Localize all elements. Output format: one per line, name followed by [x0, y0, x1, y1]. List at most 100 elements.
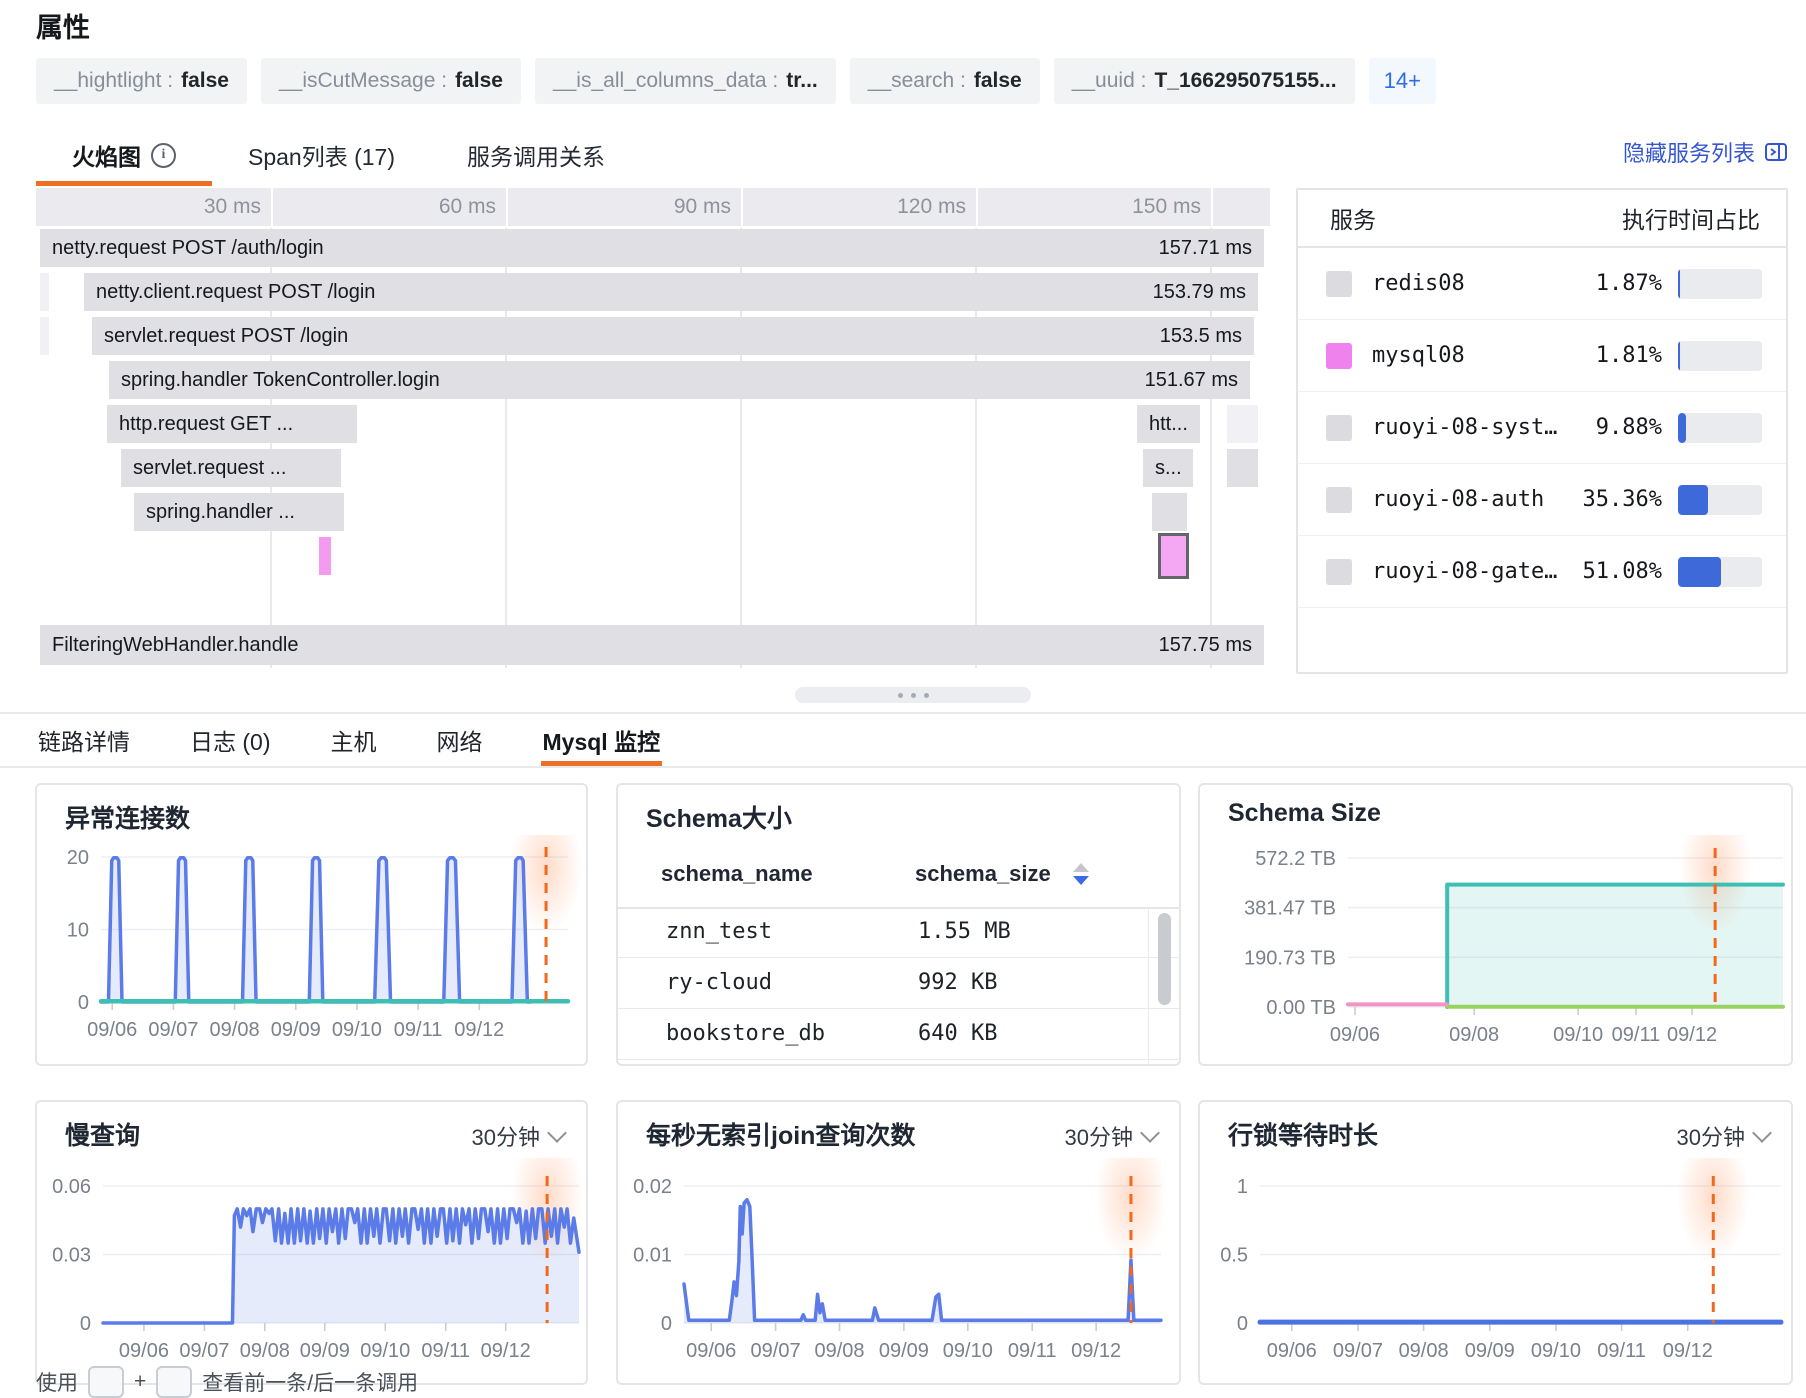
hint-prefix: 使用 — [36, 1367, 78, 1397]
flame-span[interactable]: spring.handler TokenController.login151.… — [109, 361, 1250, 399]
flame-span[interactable]: netty.request POST /auth/login157.71 ms — [40, 229, 1264, 267]
time-range-select[interactable]: 30分钟 — [472, 1120, 564, 1152]
detail-tab-4[interactable]: 网络 — [435, 714, 485, 766]
schema-size-column-header[interactable]: schema_size — [915, 841, 1051, 907]
service-rows: redis081.87%mysql081.81%ruoyi-08-syst…9.… — [1298, 248, 1786, 608]
tag-value: tr... — [786, 69, 818, 93]
svg-text:09/12: 09/12 — [1663, 1340, 1713, 1362]
join-no-index-chart: 00.010.0209/0609/0709/0809/0909/1009/110… — [618, 1158, 1179, 1383]
svg-text:09/07: 09/07 — [1333, 1340, 1383, 1362]
svg-text:09/11: 09/11 — [421, 1340, 470, 1362]
flame-span[interactable]: s... — [1143, 449, 1193, 487]
hide-service-list-link[interactable]: 隐藏服务列表 — [1623, 136, 1788, 168]
service-color-swatch — [1326, 487, 1352, 513]
info-icon: i — [151, 143, 176, 168]
collapse-panel-icon — [1764, 140, 1788, 164]
flame-span[interactable]: htt... — [1137, 405, 1200, 443]
svg-text:09/10: 09/10 — [360, 1340, 410, 1362]
svg-text:381.47 TB: 381.47 TB — [1244, 898, 1336, 920]
scrollbar-track — [1148, 907, 1149, 1064]
svg-text:09/10: 09/10 — [943, 1340, 993, 1362]
detail-tab-3[interactable]: 主机 — [329, 714, 379, 766]
flame-span[interactable] — [1152, 493, 1187, 531]
detail-tab-5[interactable]: Mysql 监控 — [541, 714, 663, 766]
trace-tab-2[interactable]: Span列表 (17) — [212, 124, 431, 186]
chart-title: Schema Size — [1228, 799, 1381, 828]
flame-graph: 30 ms60 ms90 ms120 ms150 msnetty.request… — [36, 188, 1268, 672]
schema-table-row[interactable]: znn_test1.55 MB — [618, 907, 1179, 958]
flame-span[interactable] — [1227, 449, 1258, 487]
svg-text:09/12: 09/12 — [481, 1340, 531, 1362]
chart-title: 异常连接数 — [65, 799, 190, 835]
flame-span[interactable]: http.request GET ... — [107, 405, 357, 443]
service-list-panel: 服务 执行时间占比 redis081.87%mysql081.81%ruoyi-… — [1296, 188, 1788, 674]
flame-span[interactable]: netty.client.request POST /login153.79 m… — [84, 273, 1258, 311]
exec-percent-bar-track — [1678, 413, 1762, 443]
flame-span[interactable]: servlet.request ... — [121, 449, 341, 487]
more-tags-badge[interactable]: 14+ — [1369, 58, 1436, 104]
service-row[interactable]: ruoyi-08-gate…51.08% — [1298, 536, 1786, 608]
svg-text:10: 10 — [67, 920, 89, 942]
service-exec-percent: 51.08% — [1566, 559, 1662, 584]
flame-footer-span[interactable]: FilteringWebHandler.handle157.75 ms — [40, 625, 1264, 665]
span-label: htt... — [1149, 405, 1188, 443]
svg-text:09/10: 09/10 — [1553, 1024, 1603, 1046]
detail-tabs: 链路详情 日志 (0) 主机 网络 Mysql 监控 — [36, 714, 662, 766]
svg-text:09/08: 09/08 — [814, 1340, 864, 1362]
time-axis-cell — [1213, 188, 1270, 226]
flame-span[interactable] — [40, 273, 49, 311]
svg-text:09/09: 09/09 — [300, 1340, 350, 1362]
flame-span[interactable]: servlet.request POST /login153.5 ms — [92, 317, 1254, 355]
schema-name-cell: znn_test — [666, 907, 772, 957]
service-row[interactable]: ruoyi-08-syst…9.88% — [1298, 392, 1786, 464]
svg-text:09/08: 09/08 — [210, 1019, 260, 1041]
schema-table-row[interactable]: ry-cloud992 KB — [618, 958, 1179, 1009]
trace-tab-1[interactable]: 火焰图i — [36, 124, 212, 186]
schema-table-row[interactable]: ft400 KB — [618, 1060, 1179, 1064]
time-range-label: 30分钟 — [1677, 1120, 1745, 1152]
service-row[interactable]: mysql081.81% — [1298, 320, 1786, 392]
service-color-swatch — [1326, 559, 1352, 585]
sort-desc-icon — [1073, 876, 1089, 885]
svg-text:09/07: 09/07 — [751, 1340, 801, 1362]
sort-icon[interactable] — [1073, 863, 1089, 885]
service-color-swatch — [1326, 271, 1352, 297]
detail-tab-label: 网络 — [437, 723, 483, 757]
trace-tab-3[interactable]: 服务调用关系 — [431, 124, 641, 186]
svg-text:20: 20 — [67, 847, 89, 869]
service-row[interactable]: redis081.87% — [1298, 248, 1786, 320]
tag-value: false — [455, 69, 503, 93]
scrollbar-thumb[interactable] — [1158, 913, 1171, 1005]
svg-text:1: 1 — [1237, 1176, 1248, 1198]
service-row[interactable]: ruoyi-08-auth35.36% — [1298, 464, 1786, 536]
span-label: spring.handler TokenController.login — [121, 361, 440, 399]
schema_size_chart-svg: 0.00 TB190.73 TB381.47 TB572.2 TB09/0609… — [1200, 835, 1793, 1066]
exec-percent-bar-fill — [1678, 485, 1708, 515]
span-label: http.request GET ... — [119, 405, 293, 443]
flame-span[interactable] — [40, 317, 49, 355]
exec-percent-bar-fill — [1678, 341, 1680, 371]
join_no_index-svg: 00.010.0209/0609/0709/0809/0909/1009/110… — [618, 1158, 1181, 1385]
schema-table-row[interactable]: bookstore_db640 KB — [618, 1009, 1179, 1060]
time-range-label: 30分钟 — [472, 1120, 540, 1152]
flame-span[interactable] — [1158, 533, 1189, 579]
flame-span[interactable] — [1227, 405, 1258, 443]
detail-tab-2[interactable]: 日志 (0) — [188, 714, 273, 766]
svg-text:09/08: 09/08 — [1449, 1024, 1499, 1046]
panel-resize-handle[interactable] — [795, 687, 1031, 703]
flame-span[interactable] — [319, 537, 331, 575]
span-label: s... — [1155, 449, 1182, 487]
detail-tab-label: 链路详情 — [38, 723, 130, 757]
svg-text:09/11: 09/11 — [1008, 1340, 1057, 1362]
flame-span[interactable]: spring.handler ... — [134, 493, 344, 531]
detail-tab-1[interactable]: 链路详情 — [36, 714, 132, 766]
service-name: redis08 — [1372, 271, 1566, 296]
page-title: 属性 — [36, 6, 90, 45]
span-label: spring.handler ... — [146, 493, 295, 531]
time-range-select[interactable]: 30分钟 — [1065, 1120, 1157, 1152]
time-range-select[interactable]: 30分钟 — [1677, 1120, 1769, 1152]
service-column-header: 服务 — [1330, 201, 1376, 235]
service-color-swatch — [1326, 415, 1352, 441]
tag-key: __hightlight : — [54, 69, 173, 93]
svg-text:09/06: 09/06 — [87, 1019, 137, 1041]
